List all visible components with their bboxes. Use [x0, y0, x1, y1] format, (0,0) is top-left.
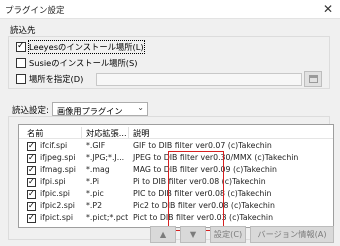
highlight-annotation — [168, 151, 224, 231]
load-settings-select[interactable]: 画像用プラグイン ⌄ — [52, 102, 148, 116]
plugin-name: ifpic.spi — [40, 189, 70, 198]
plugin-extensions: *.pict;*.pct — [86, 213, 129, 222]
settings-button[interactable]: 設定(C) — [210, 226, 246, 243]
move-up-button[interactable]: ▲ — [150, 226, 176, 243]
load-location-heading: 読込先 — [10, 26, 36, 36]
window-title: プラグイン設定 — [5, 6, 65, 16]
load-settings-label: 読込設定: — [12, 106, 49, 116]
column-header-description[interactable]: 説明 — [133, 127, 149, 139]
plugin-extensions: *.mag — [86, 165, 110, 174]
close-icon[interactable]: ✕ — [323, 2, 333, 16]
dialog-body: 読込先 Leeyesのインストール場所(L) Susieのインストール場所(S)… — [0, 19, 340, 246]
title-bar: プラグイン設定 ✕ — [0, 0, 340, 19]
plugin-extensions: *.GIF — [86, 141, 106, 150]
custom-path-input[interactable] — [96, 73, 302, 86]
version-info-button[interactable]: バージョン情報(A) — [250, 226, 334, 243]
option-leeyes-location[interactable]: Leeyesのインストール場所(L) — [16, 40, 145, 54]
option-custom-location[interactable]: 場所を指定(D) — [16, 73, 83, 85]
plugin-name: ifmag.spi — [40, 165, 76, 174]
plugin-name: ifpic2.spi — [40, 201, 75, 210]
plugin-name: ifpi.spi — [40, 177, 66, 186]
move-down-button[interactable]: ▼ — [180, 226, 206, 243]
plugin-enabled-checkbox[interactable] — [27, 165, 36, 175]
plugin-extensions: *.P2 — [86, 201, 103, 210]
column-divider[interactable] — [81, 127, 82, 138]
leeyes-location-label: Leeyesのインストール場所(L) — [28, 40, 145, 54]
susie-location-checkbox[interactable] — [16, 58, 26, 68]
plugin-name: ifcif.spi — [40, 141, 68, 150]
plugin-name: ifpict.spi — [40, 213, 74, 222]
browse-folder-button[interactable] — [304, 71, 322, 87]
option-susie-location[interactable]: Susieのインストール場所(S) — [16, 57, 138, 69]
column-divider[interactable] — [128, 127, 129, 138]
custom-location-label: 場所を指定(D) — [29, 74, 84, 84]
plugin-enabled-checkbox[interactable] — [27, 177, 36, 187]
plugin-list-header: 名前 対応拡張... 説明 — [19, 125, 333, 139]
plugin-enabled-checkbox[interactable] — [27, 201, 36, 211]
plugin-enabled-checkbox[interactable] — [27, 153, 36, 163]
plugin-enabled-checkbox[interactable] — [27, 213, 36, 223]
chevron-down-icon: ⌄ — [137, 103, 144, 112]
plugin-extensions: *.pic — [86, 189, 104, 198]
plugin-enabled-checkbox[interactable] — [27, 141, 36, 151]
plugin-extensions: *.JPG;*.J... — [86, 153, 125, 162]
plugin-name: ifjpeg.spi — [40, 153, 76, 162]
leeyes-location-checkbox[interactable] — [16, 41, 26, 52]
plugin-enabled-checkbox[interactable] — [27, 189, 36, 199]
column-header-extensions[interactable]: 対応拡張... — [86, 127, 127, 139]
column-header-name[interactable]: 名前 — [27, 127, 43, 139]
plugin-extensions: *.Pi — [86, 177, 100, 186]
susie-location-label: Susieのインストール場所(S) — [29, 58, 138, 68]
folder-icon — [309, 75, 318, 83]
custom-location-checkbox[interactable] — [16, 74, 26, 84]
plugin-description: GIF to DIB filter ver0.07 (c)Takechin — [133, 141, 272, 150]
